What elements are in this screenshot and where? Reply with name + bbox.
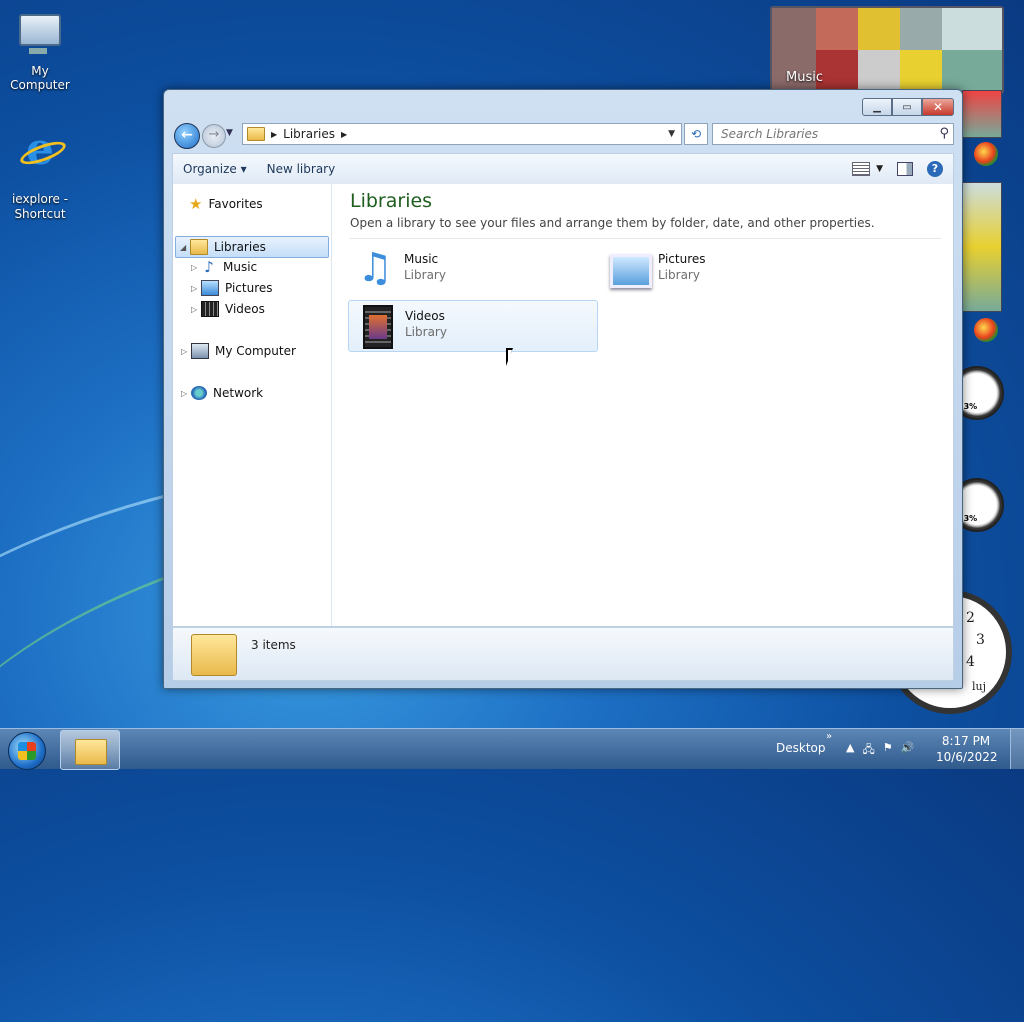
maximize-button[interactable]: ▭ [892,98,922,116]
star-icon: ★ [189,195,203,213]
breadcrumb-arrow-icon[interactable]: ▶ [271,130,277,139]
expand-arrow-icon[interactable]: ▷ [191,305,201,314]
page-title: Libraries [350,190,433,212]
desktop-icon-label: iexplore - Shortcut [11,192,69,221]
explorer-window[interactable]: ▁ ▭ ✕ ← → ▼ ▶ Libraries ▶ ▼ ⟲ ⚲ Organize… [163,89,963,689]
divider [350,238,941,239]
desktop-toolbar-label[interactable]: Desktop [776,741,826,755]
clock-text: luj [972,680,987,693]
nav-item-music[interactable]: ▷ ♪ Music [191,257,257,277]
internet-explorer-icon: e [17,127,63,173]
library-name: Pictures [658,252,706,266]
expand-arrow-icon[interactable]: ◢ [180,243,190,252]
nav-item-libraries[interactable]: ◢ Libraries [175,236,329,258]
clock-date: 10/6/2022 [936,750,998,764]
action-center-flag-icon[interactable]: ⚑ [883,741,893,760]
videos-library-icon [353,303,399,349]
clock-number: 4 [966,654,975,670]
organize-button[interactable]: Organize ▾ [173,162,257,176]
computer-icon [191,343,209,359]
libraries-icon [190,239,208,255]
breadcrumb-libraries[interactable]: Libraries [283,127,335,141]
slideshow-gadget[interactable]: Music [770,6,1004,94]
taskbar: Desktop » ▲ 🖧 ⚑ 🔊 8:17 PM 10/6/2022 [0,728,1024,770]
network-icon [191,386,207,400]
address-dropdown-icon[interactable]: ▼ [668,129,675,139]
close-button[interactable]: ✕ [922,98,954,116]
details-pane: 3 items [172,627,954,681]
library-item-pictures[interactable]: Pictures Library [602,244,850,294]
explorer-folder-icon [75,739,107,765]
volume-icon[interactable]: 🔊 [901,741,915,760]
pictures-library-icon [606,246,652,292]
taskbar-explorer-button[interactable] [60,730,120,770]
network-tray-icon[interactable]: 🖧 [862,741,874,760]
minimize-button[interactable]: ▁ [862,98,892,116]
content-area: ★ Favorites ◢ Libraries ▷ ♪ Music ▷ Pict… [172,184,954,627]
nav-item-my-computer[interactable]: ▷ My Computer [181,341,296,361]
desktop-icon-label: My Computer [10,64,70,92]
gadget-strip [962,90,1002,138]
mouse-pointer-icon [506,348,520,366]
command-bar: Organize ▾ New library ▼ ? [172,153,954,185]
system-clock[interactable]: 8:17 PM 10/6/2022 [936,733,998,765]
help-icon[interactable]: ? [927,161,943,177]
caption-buttons: ▁ ▭ ✕ [862,98,954,116]
nav-item-network[interactable]: ▷ Network [181,383,263,403]
preview-pane-icon[interactable] [897,162,913,176]
expand-arrow-icon[interactable]: ▷ [181,347,191,356]
desktop-icon-my-computer[interactable]: My Computer [0,10,80,92]
show-desktop-button[interactable] [1010,729,1024,769]
windows-logo-icon [974,318,998,342]
new-library-button[interactable]: New library [257,162,346,176]
library-type: Library [658,268,700,282]
expand-arrow-icon[interactable]: ▷ [191,263,201,272]
address-bar[interactable]: ▶ Libraries ▶ ▼ [242,123,682,145]
library-name: Music [404,252,439,266]
libraries-folder-icon [247,127,265,141]
library-type: Library [405,325,447,339]
desktop-icon-iexplore[interactable]: e iexplore - Shortcut [0,112,80,237]
clock-number: 3 [976,632,985,648]
nav-item-favorites[interactable]: ★ Favorites [189,194,263,214]
toolbar-chevron-icon[interactable]: » [826,731,832,742]
library-item-music[interactable]: ♫ Music Library [348,244,596,294]
start-button[interactable] [8,732,46,770]
nav-item-videos[interactable]: ▷ Videos [191,299,265,319]
gadget-label: Music [786,70,823,85]
music-note-icon: ♪ [204,258,214,276]
nav-item-pictures[interactable]: ▷ Pictures [191,278,273,298]
breadcrumb-arrow-icon[interactable]: ▶ [341,130,347,139]
search-box[interactable]: ⚲ [712,123,954,145]
videos-icon [201,301,219,317]
expand-arrow-icon[interactable]: ▷ [181,389,191,398]
search-icon[interactable]: ⚲ [939,126,949,141]
library-view: Libraries Open a library to see your fil… [332,184,953,626]
search-input[interactable] [719,126,923,142]
navigation-bar: ← → ▼ ▶ Libraries ▶ ▼ ⟲ ⚲ [172,122,954,149]
library-item-videos[interactable]: Videos Library [348,300,598,352]
change-view-button[interactable]: ▼ [852,162,883,176]
refresh-button[interactable]: ⟲ [684,123,708,145]
navigation-pane: ★ Favorites ◢ Libraries ▷ ♪ Music ▷ Pict… [173,184,332,626]
expand-arrow-icon[interactable]: ▷ [191,284,201,293]
gadget-strip [962,182,1002,312]
library-type: Library [404,268,446,282]
libraries-folder-icon [191,634,237,676]
item-count: 3 items [251,638,296,652]
recent-pages-chevron-icon[interactable]: ▼ [226,128,233,138]
forward-button[interactable]: → [202,124,226,148]
pictures-icon [201,280,219,296]
page-subtitle: Open a library to see your files and arr… [350,216,875,230]
clock-time: 8:17 PM [941,734,991,748]
view-icon [852,162,871,176]
clock-number: 2 [966,610,975,626]
show-hidden-icons-icon[interactable]: ▲ [846,741,854,760]
library-name: Videos [405,309,445,323]
computer-icon [17,14,63,60]
windows-logo-icon [974,142,998,166]
music-library-icon: ♫ [357,245,393,291]
notification-area: ▲ 🖧 ⚑ 🔊 [846,741,914,760]
back-button[interactable]: ← [174,123,200,149]
